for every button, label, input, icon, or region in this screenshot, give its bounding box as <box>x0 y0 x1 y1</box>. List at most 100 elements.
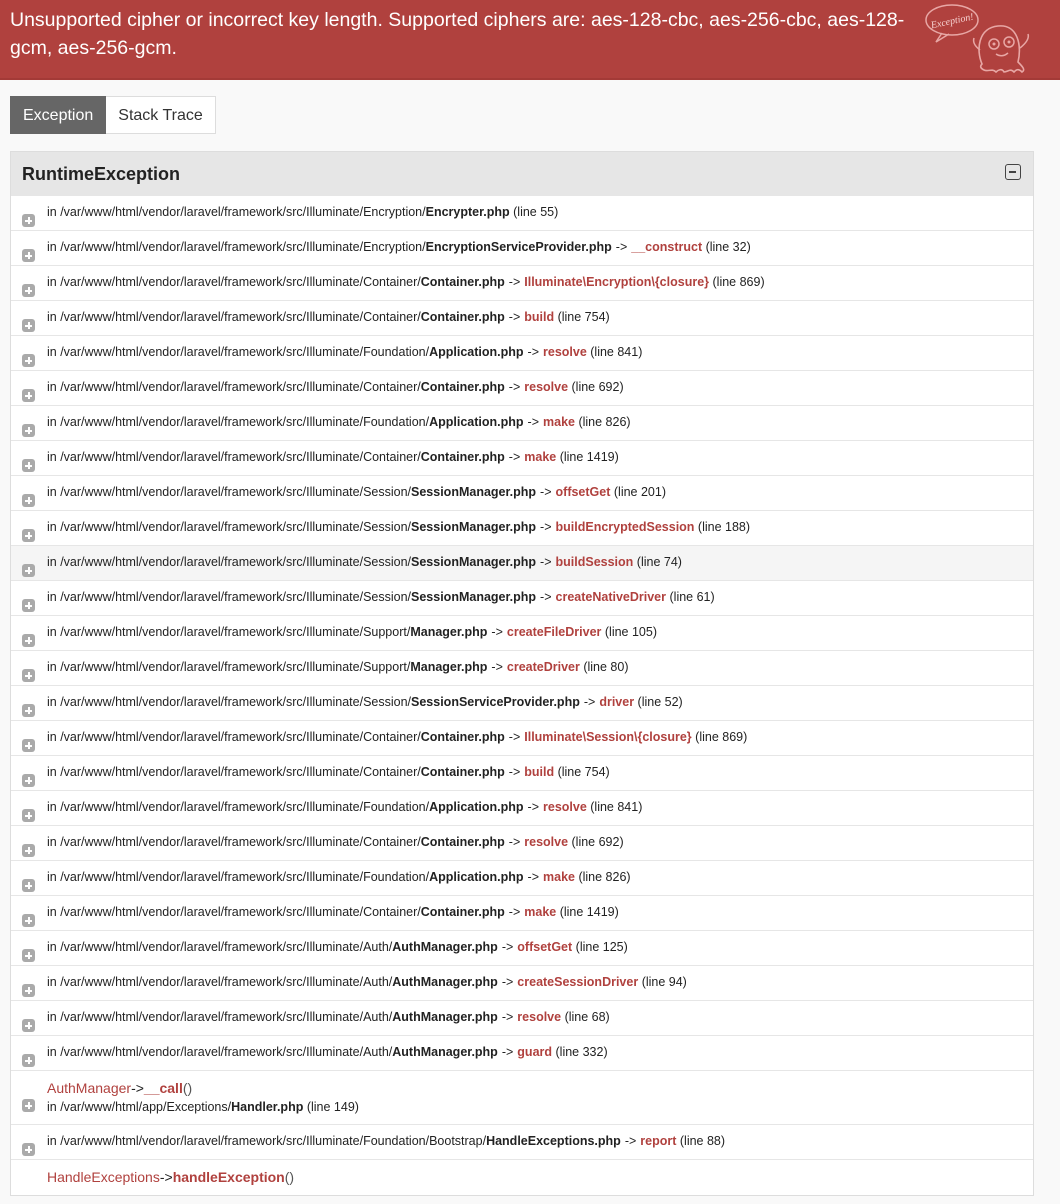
frame-function: build <box>524 310 555 324</box>
expand-plus-icon[interactable] <box>22 284 35 297</box>
expand-plus-icon[interactable] <box>22 389 35 402</box>
stack-frame[interactable]: in /var/www/html/vendor/laravel/framewor… <box>11 1036 1033 1071</box>
expand-plus-icon[interactable] <box>22 1143 35 1156</box>
frame-file: AuthManager.php <box>392 1010 498 1024</box>
tab-exception[interactable]: Exception <box>10 96 107 134</box>
stack-frame[interactable]: in /var/www/html/vendor/laravel/framewor… <box>11 336 1033 371</box>
frame-location: in /var/www/html/vendor/laravel/framewor… <box>47 380 624 394</box>
stack-frame[interactable]: in /var/www/html/vendor/laravel/framewor… <box>11 476 1033 511</box>
frame-file: AuthManager.php <box>392 1045 498 1059</box>
expand-plus-icon[interactable] <box>22 249 35 262</box>
expand-plus-icon[interactable] <box>22 914 35 927</box>
frame-arrow: -> <box>508 765 521 779</box>
stack-frame[interactable]: in /var/www/html/vendor/laravel/framewor… <box>11 861 1033 896</box>
stack-frame[interactable]: HandleExceptions->handleException() <box>11 1160 1033 1195</box>
expand-plus-icon[interactable] <box>22 704 35 717</box>
stack-frame[interactable]: in /var/www/html/vendor/laravel/framewor… <box>11 406 1033 441</box>
frame-file: SessionManager.php <box>411 590 537 604</box>
frame-path: in /var/www/html/vendor/laravel/framewor… <box>47 555 412 569</box>
tab-stack-trace[interactable]: Stack Trace <box>106 96 216 134</box>
frame-line-number: (line 754) <box>557 310 610 324</box>
frame-path: in /var/www/html/vendor/laravel/framewor… <box>47 940 393 954</box>
stack-frame[interactable]: in /var/www/html/vendor/laravel/framewor… <box>11 231 1033 266</box>
stack-frame[interactable]: in /var/www/html/vendor/laravel/framewor… <box>11 441 1033 476</box>
frame-class: AuthManager <box>47 1080 132 1096</box>
frame-line-number: (line 52) <box>637 695 683 709</box>
stack-frame[interactable]: in /var/www/html/vendor/laravel/framewor… <box>11 686 1033 721</box>
stack-frame[interactable]: in /var/www/html/vendor/laravel/framewor… <box>11 651 1033 686</box>
frame-args: () <box>284 1169 295 1185</box>
stack-frame[interactable]: in /var/www/html/vendor/laravel/framewor… <box>11 896 1033 931</box>
expand-plus-icon[interactable] <box>22 529 35 542</box>
stack-frame[interactable]: in /var/www/html/vendor/laravel/framewor… <box>11 791 1033 826</box>
frame-path: in /var/www/html/vendor/laravel/framewor… <box>47 695 412 709</box>
stack-frame[interactable]: in /var/www/html/vendor/laravel/framewor… <box>11 301 1033 336</box>
expand-plus-icon[interactable] <box>22 494 35 507</box>
frame-file: Container.php <box>420 905 505 919</box>
frame-function: createNativeDriver <box>555 590 667 604</box>
stack-frame[interactable]: in /var/www/html/vendor/laravel/framewor… <box>11 266 1033 301</box>
frame-arrow: -> <box>508 835 521 849</box>
frame-line-number: (line 692) <box>571 380 624 394</box>
stack-frame[interactable]: in /var/www/html/vendor/laravel/framewor… <box>11 371 1033 406</box>
stack-frame[interactable]: in /var/www/html/vendor/laravel/framewor… <box>11 931 1033 966</box>
frame-function: driver <box>599 695 635 709</box>
expand-plus-icon[interactable] <box>22 564 35 577</box>
frame-function: resolve <box>524 380 569 394</box>
expand-plus-icon[interactable] <box>22 424 35 437</box>
frame-function: offsetGet <box>555 485 611 499</box>
stack-frame[interactable]: in /var/www/html/vendor/laravel/framewor… <box>11 546 1033 581</box>
expand-plus-icon[interactable] <box>22 459 35 472</box>
stack-frame[interactable]: in /var/www/html/vendor/laravel/framewor… <box>11 826 1033 861</box>
stack-frame[interactable]: in /var/www/html/vendor/laravel/framewor… <box>11 1001 1033 1036</box>
expand-plus-icon[interactable] <box>22 879 35 892</box>
frame-arrow: -> <box>615 240 628 254</box>
stack-frame[interactable]: in /var/www/html/vendor/laravel/framewor… <box>11 511 1033 546</box>
frame-line-number: (line 332) <box>555 1045 608 1059</box>
stack-frame[interactable]: in /var/www/html/vendor/laravel/framewor… <box>11 756 1033 791</box>
frame-location: in /var/www/html/vendor/laravel/framewor… <box>47 520 750 534</box>
frame-file: SessionManager.php <box>411 520 537 534</box>
stack-frame[interactable]: in /var/www/html/vendor/laravel/framewor… <box>11 616 1033 651</box>
frame-arrow: -> <box>501 1010 514 1024</box>
expand-plus-icon[interactable] <box>22 739 35 752</box>
frame-path: in /var/www/html/vendor/laravel/framewor… <box>47 975 393 989</box>
stack-frame[interactable]: in /var/www/html/vendor/laravel/framewor… <box>11 196 1033 231</box>
expand-plus-icon[interactable] <box>22 319 35 332</box>
stack-frame[interactable]: in /var/www/html/vendor/laravel/framewor… <box>11 966 1033 1001</box>
frame-arrow: -> <box>501 1045 514 1059</box>
frame-function: resolve <box>524 835 569 849</box>
expand-plus-icon[interactable] <box>22 669 35 682</box>
frame-line-number: (line 68) <box>564 1010 610 1024</box>
expand-plus-icon[interactable] <box>22 809 35 822</box>
expand-plus-icon[interactable] <box>22 984 35 997</box>
frame-arrow: -> <box>527 415 539 429</box>
frame-location: in /var/www/html/vendor/laravel/framewor… <box>47 870 631 884</box>
stack-frame[interactable]: in /var/www/html/vendor/laravel/framewor… <box>11 581 1033 616</box>
expand-plus-icon[interactable] <box>22 844 35 857</box>
expand-plus-icon[interactable] <box>22 214 35 227</box>
stack-frame[interactable]: AuthManager->__call() in /var/www/html/ap… <box>11 1071 1033 1125</box>
frame-path: in /var/www/html/vendor/laravel/framewor… <box>47 205 426 219</box>
stack-frame[interactable]: in /var/www/html/vendor/laravel/framewor… <box>11 1125 1033 1160</box>
expand-plus-icon[interactable] <box>22 599 35 612</box>
expand-plus-icon[interactable] <box>22 1054 35 1067</box>
expand-plus-icon[interactable] <box>22 354 35 367</box>
expand-plus-icon[interactable] <box>22 1019 35 1032</box>
frame-arrow: -> <box>540 485 552 499</box>
expand-plus-icon[interactable] <box>22 774 35 787</box>
expand-plus-icon[interactable] <box>22 949 35 962</box>
frame-path: in /var/www/html/vendor/laravel/framewor… <box>47 310 421 324</box>
frame-location: in /var/www/html/vendor/laravel/framewor… <box>47 1045 608 1059</box>
collapse-icon[interactable] <box>1005 164 1021 180</box>
frame-line-number: (line 55) <box>513 205 559 219</box>
frame-location: in /var/www/html/vendor/laravel/framewor… <box>47 450 619 464</box>
frame-function: createFileDriver <box>506 625 602 639</box>
frame-file: Handler.php <box>231 1100 304 1114</box>
frame-location: in /var/www/html/app/Exceptions/Handler.… <box>47 1100 359 1114</box>
expand-plus-icon[interactable] <box>22 634 35 647</box>
expand-plus-icon[interactable] <box>22 1099 35 1112</box>
exception-header: RuntimeException <box>11 152 1033 196</box>
stack-frame[interactable]: in /var/www/html/vendor/laravel/framewor… <box>11 721 1033 756</box>
frame-line-number: (line 1419) <box>559 450 619 464</box>
